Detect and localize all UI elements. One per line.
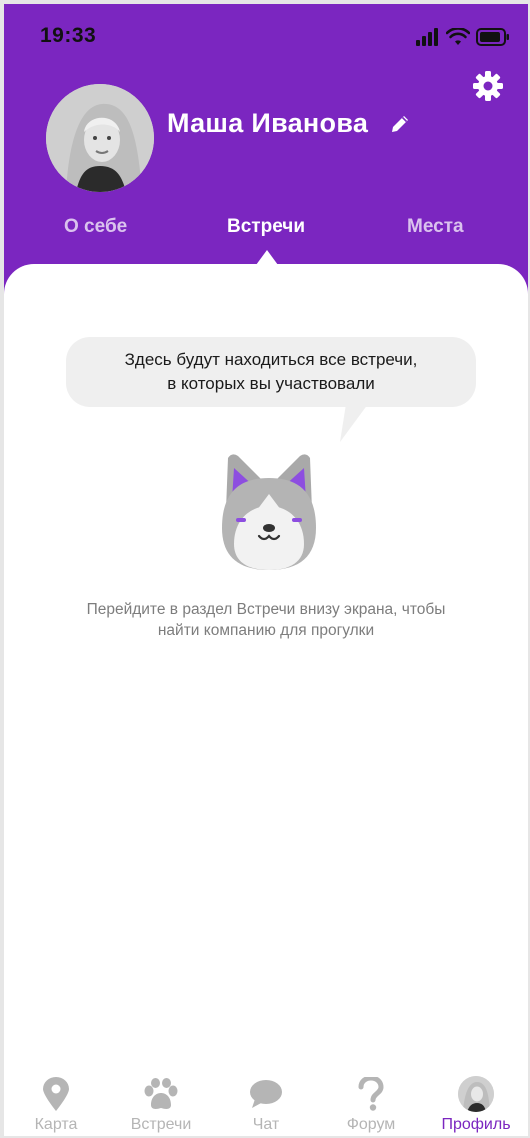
nav-label-forum: Форум	[346, 1116, 396, 1133]
battery-icon	[476, 28, 509, 46]
user-photo-icon	[46, 84, 154, 192]
phone-screen: 19:33 Маша Иванова О себе Встречи Места …	[4, 4, 528, 1136]
dog-mascot-icon	[222, 454, 316, 570]
bubble-text-line1: Здесь будут находиться все встречи,	[124, 350, 418, 369]
speech-bubble-tail	[340, 404, 368, 442]
nav-item-forum[interactable]: Форум	[319, 1076, 423, 1136]
question-icon	[358, 1077, 384, 1111]
hint-text-line1: Перейдите в раздел Встречи внизу экрана,…	[86, 601, 446, 618]
profile-avatar[interactable]	[46, 84, 154, 192]
empty-state-hint: Перейдите в раздел Встречи внизу экрана,…	[34, 599, 498, 641]
nav-avatar-icon	[458, 1076, 494, 1112]
wifi-icon	[446, 28, 470, 45]
settings-gear-icon[interactable]	[472, 70, 504, 102]
tab-meetings[interactable]: Встречи	[227, 216, 305, 238]
nav-label-meetings: Встречи	[130, 1116, 192, 1133]
chat-bubble-icon	[250, 1080, 282, 1108]
empty-state-speech-bubble: Здесь будут находиться все встречи, в ко…	[66, 337, 476, 407]
nav-item-chat[interactable]: Чат	[214, 1076, 318, 1136]
bubble-text-line2: в которых вы участвовали	[167, 374, 375, 393]
status-icons	[416, 26, 510, 48]
status-time: 19:33	[40, 24, 97, 47]
bottom-navigation: Карта Встречи Чат Форум Профиль	[4, 1066, 528, 1136]
nav-item-meetings[interactable]: Встречи	[109, 1076, 213, 1136]
nav-item-profile[interactable]: Профиль	[424, 1076, 528, 1136]
profile-name: Маша Иванова	[167, 108, 369, 138]
nav-item-map[interactable]: Карта	[4, 1076, 108, 1136]
active-tab-indicator	[256, 250, 278, 265]
paw-icon	[144, 1078, 178, 1109]
signal-icon	[416, 28, 438, 46]
tab-places[interactable]: Места	[407, 216, 464, 238]
status-bar: 19:33	[4, 4, 528, 66]
map-pin-icon	[43, 1077, 69, 1111]
nav-label-profile: Профиль	[441, 1116, 511, 1133]
nav-label-map: Карта	[34, 1116, 78, 1133]
nav-label-chat: Чат	[252, 1116, 280, 1133]
edit-pencil-icon[interactable]	[389, 113, 411, 135]
tab-about[interactable]: О себе	[64, 216, 127, 238]
hint-text-line2: найти компанию для прогулки	[157, 622, 375, 639]
